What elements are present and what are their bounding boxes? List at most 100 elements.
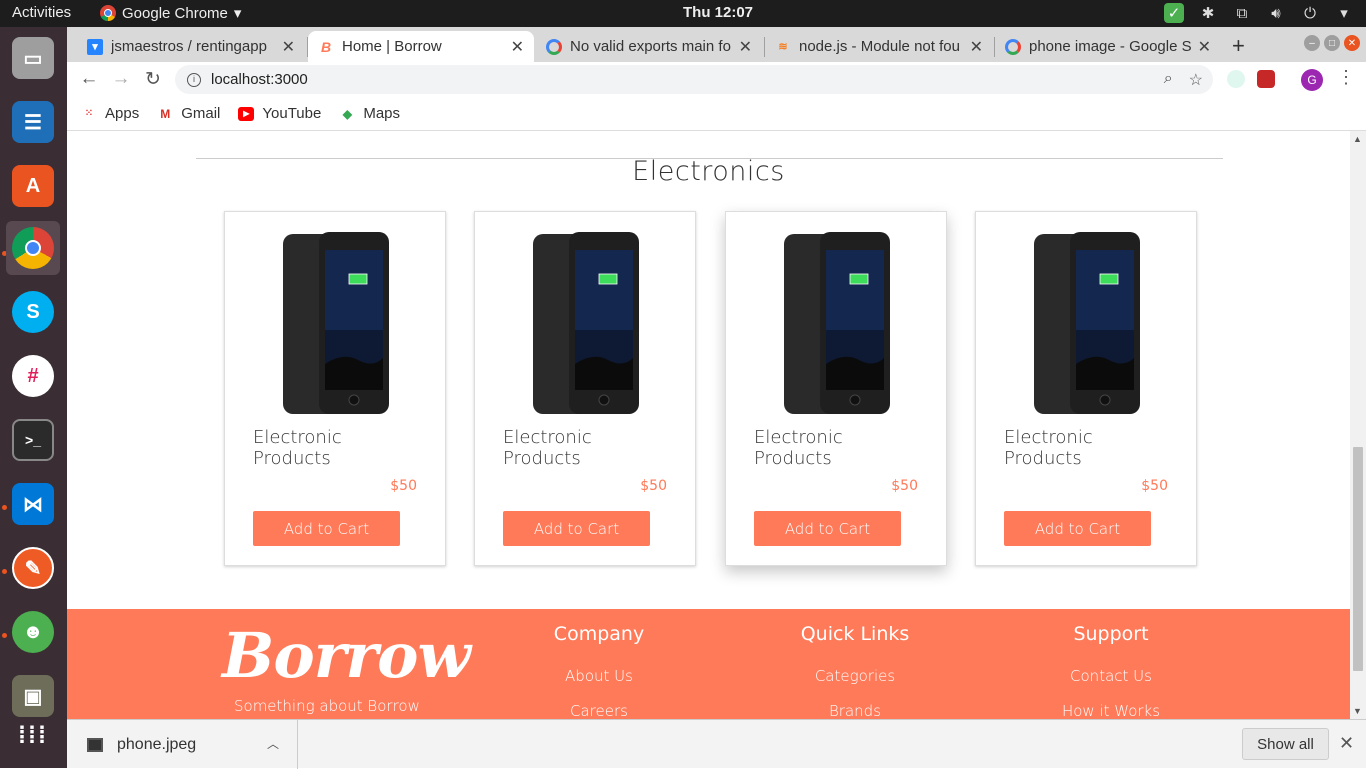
more-menu-icon[interactable]: ⋮ bbox=[1337, 67, 1355, 88]
product-card[interactable]: Electronic Products $50 Add to Cart bbox=[224, 211, 446, 566]
tab-google-search-1[interactable]: No valid exports main fo ✕ bbox=[536, 31, 762, 62]
close-icon[interactable]: ✕ bbox=[739, 37, 752, 57]
product-image[interactable] bbox=[1034, 232, 1140, 416]
update-check-icon[interactable]: ✓ bbox=[1164, 3, 1184, 23]
phone-image bbox=[784, 232, 890, 414]
bookmark-gmail[interactable]: M Gmail bbox=[157, 105, 220, 122]
dock-slack[interactable]: # bbox=[6, 349, 60, 403]
chrome-icon bbox=[12, 227, 54, 269]
extension-icon[interactable] bbox=[1257, 70, 1275, 88]
info-icon[interactable]: i bbox=[187, 72, 201, 87]
volume-icon[interactable]: 🔊︎ bbox=[1266, 3, 1286, 23]
footer-link-about[interactable]: About Us bbox=[519, 667, 679, 685]
stackoverflow-icon: ≋ bbox=[778, 41, 788, 53]
dock-skype[interactable]: S bbox=[6, 285, 60, 339]
add-to-cart-button[interactable]: Add to Cart bbox=[754, 511, 901, 546]
dock-chrome[interactable] bbox=[6, 221, 60, 275]
add-to-cart-button[interactable]: Add to Cart bbox=[253, 511, 400, 546]
dock-terminal[interactable]: >_ bbox=[6, 413, 60, 467]
google-icon bbox=[546, 38, 562, 55]
add-to-cart-button[interactable]: Add to Cart bbox=[1004, 511, 1151, 546]
download-shelf: phone.jpeg ︿ Show all ✕ bbox=[67, 719, 1366, 769]
close-icon[interactable]: ✕ bbox=[282, 37, 295, 57]
app-menu[interactable]: Google Chrome ▾ bbox=[100, 4, 241, 22]
download-item[interactable]: phone.jpeg ︿ bbox=[67, 720, 298, 769]
product-name[interactable]: Electronic Products bbox=[754, 427, 874, 469]
tab-bitbucket[interactable]: ▾ jsmaestros / rentingapp ✕ bbox=[77, 31, 305, 62]
address-bar[interactable]: i localhost:3000 ⌕ ☆ bbox=[175, 65, 1213, 94]
close-icon[interactable]: ✕ bbox=[1339, 733, 1354, 754]
footer-link-brands[interactable]: Brands bbox=[775, 702, 935, 719]
chevron-down-icon[interactable]: ▾ bbox=[1334, 3, 1354, 23]
activities-button[interactable]: Activities bbox=[12, 4, 71, 21]
dock-writer[interactable]: ☰ bbox=[6, 95, 60, 149]
reload-button[interactable]: ↻ bbox=[141, 68, 165, 91]
close-icon[interactable]: ✕ bbox=[970, 37, 983, 57]
product-image[interactable] bbox=[784, 232, 890, 416]
system-tray: ✓ ✱ ⧉ 🔊︎ ⏻ ▾ bbox=[1164, 3, 1354, 23]
download-filename: phone.jpeg bbox=[117, 735, 197, 753]
product-image[interactable] bbox=[533, 232, 639, 416]
minimize-button[interactable]: – bbox=[1304, 35, 1320, 51]
slack-tray-icon[interactable]: ✱ bbox=[1198, 3, 1218, 23]
product-image[interactable] bbox=[283, 232, 389, 416]
bookmark-youtube[interactable]: ▶ YouTube bbox=[238, 105, 321, 122]
tab-google-search-2[interactable]: phone image - Google Se ✕ bbox=[995, 31, 1221, 62]
google-icon bbox=[1005, 38, 1021, 55]
maximize-button[interactable]: □ bbox=[1324, 35, 1340, 51]
dock-robo3t[interactable]: ☻ bbox=[6, 605, 60, 659]
footer: Borrow Something about Borrow Company Ab… bbox=[67, 609, 1350, 719]
tab-label: phone image - Google Se bbox=[1029, 38, 1192, 55]
bookmark-label: Gmail bbox=[181, 105, 221, 122]
extension-icon[interactable] bbox=[1227, 70, 1245, 88]
product-name[interactable]: Electronic Products bbox=[1004, 427, 1124, 469]
footer-link-contact[interactable]: Contact Us bbox=[1031, 667, 1191, 685]
star-icon[interactable]: ☆ bbox=[1189, 70, 1203, 90]
forward-button[interactable]: → bbox=[109, 68, 133, 90]
page-scrollbar[interactable]: ▲ ▼ bbox=[1350, 131, 1366, 719]
product-name[interactable]: Electronic Products bbox=[503, 427, 623, 469]
product-card[interactable]: Electronic Products $50 Add to Cart bbox=[725, 211, 947, 566]
zoom-icon[interactable]: ⌕ bbox=[1164, 70, 1173, 90]
borrow-icon: B bbox=[320, 38, 332, 55]
footer-logo[interactable]: Borrow bbox=[222, 619, 471, 692]
os-top-bar: Activities Google Chrome ▾ Thu 12:07 ✓ ✱… bbox=[0, 0, 1366, 27]
footer-link-careers[interactable]: Careers bbox=[519, 702, 679, 719]
product-card[interactable]: Electronic Products $50 Add to Cart bbox=[474, 211, 696, 566]
power-icon[interactable]: ⏻ bbox=[1300, 3, 1320, 23]
back-button[interactable]: ← bbox=[77, 68, 101, 90]
scrollbar-thumb[interactable] bbox=[1353, 447, 1363, 671]
network-icon[interactable]: ⧉ bbox=[1232, 3, 1252, 23]
app-name: Google Chrome bbox=[122, 4, 228, 22]
dock-vscode[interactable]: ⋈ bbox=[6, 477, 60, 531]
bookmarks-bar: ⁙ Apps M Gmail ▶ YouTube ◆ Maps bbox=[67, 97, 1366, 131]
vscode-icon: ⋈ bbox=[12, 483, 54, 525]
chevron-up-icon[interactable]: ︿ bbox=[267, 735, 279, 752]
add-to-cart-button[interactable]: Add to Cart bbox=[503, 511, 650, 546]
bookmark-apps[interactable]: ⁙ Apps bbox=[81, 105, 139, 122]
youtube-icon: ▶ bbox=[238, 106, 255, 121]
scroll-down-icon[interactable]: ▼ bbox=[1353, 706, 1362, 716]
tab-stackoverflow[interactable]: ≋ node.js - Module not fou ✕ bbox=[765, 31, 993, 62]
footer-link-how-it-works[interactable]: How it Works bbox=[1031, 702, 1191, 719]
tab-borrow[interactable]: B Home | Borrow ✕ bbox=[308, 31, 534, 62]
phone-image bbox=[533, 232, 639, 414]
scroll-up-icon[interactable]: ▲ bbox=[1353, 134, 1362, 144]
new-tab-button[interactable]: + bbox=[1232, 33, 1245, 59]
dock-files[interactable]: ▭ bbox=[6, 31, 60, 85]
url-text: localhost:3000 bbox=[211, 71, 308, 88]
clock[interactable]: Thu 12:07 bbox=[683, 4, 753, 21]
close-window-button[interactable]: ✕ bbox=[1344, 35, 1360, 51]
show-all-button[interactable]: Show all bbox=[1242, 728, 1329, 760]
close-icon[interactable]: ✕ bbox=[1198, 37, 1211, 57]
show-applications-button[interactable]: ⁞⁞⁞ bbox=[6, 709, 60, 763]
dock-software[interactable]: A bbox=[6, 159, 60, 213]
dock-postman[interactable]: ✎ bbox=[6, 541, 60, 595]
avatar[interactable]: G bbox=[1301, 69, 1323, 91]
footer-link-categories[interactable]: Categories bbox=[775, 667, 935, 685]
product-name[interactable]: Electronic Products bbox=[253, 427, 373, 469]
bookmark-label: Maps bbox=[363, 105, 401, 122]
close-icon[interactable]: ✕ bbox=[511, 37, 524, 57]
product-card[interactable]: Electronic Products $50 Add to Cart bbox=[975, 211, 1197, 566]
bookmark-maps[interactable]: ◆ Maps bbox=[339, 105, 400, 122]
